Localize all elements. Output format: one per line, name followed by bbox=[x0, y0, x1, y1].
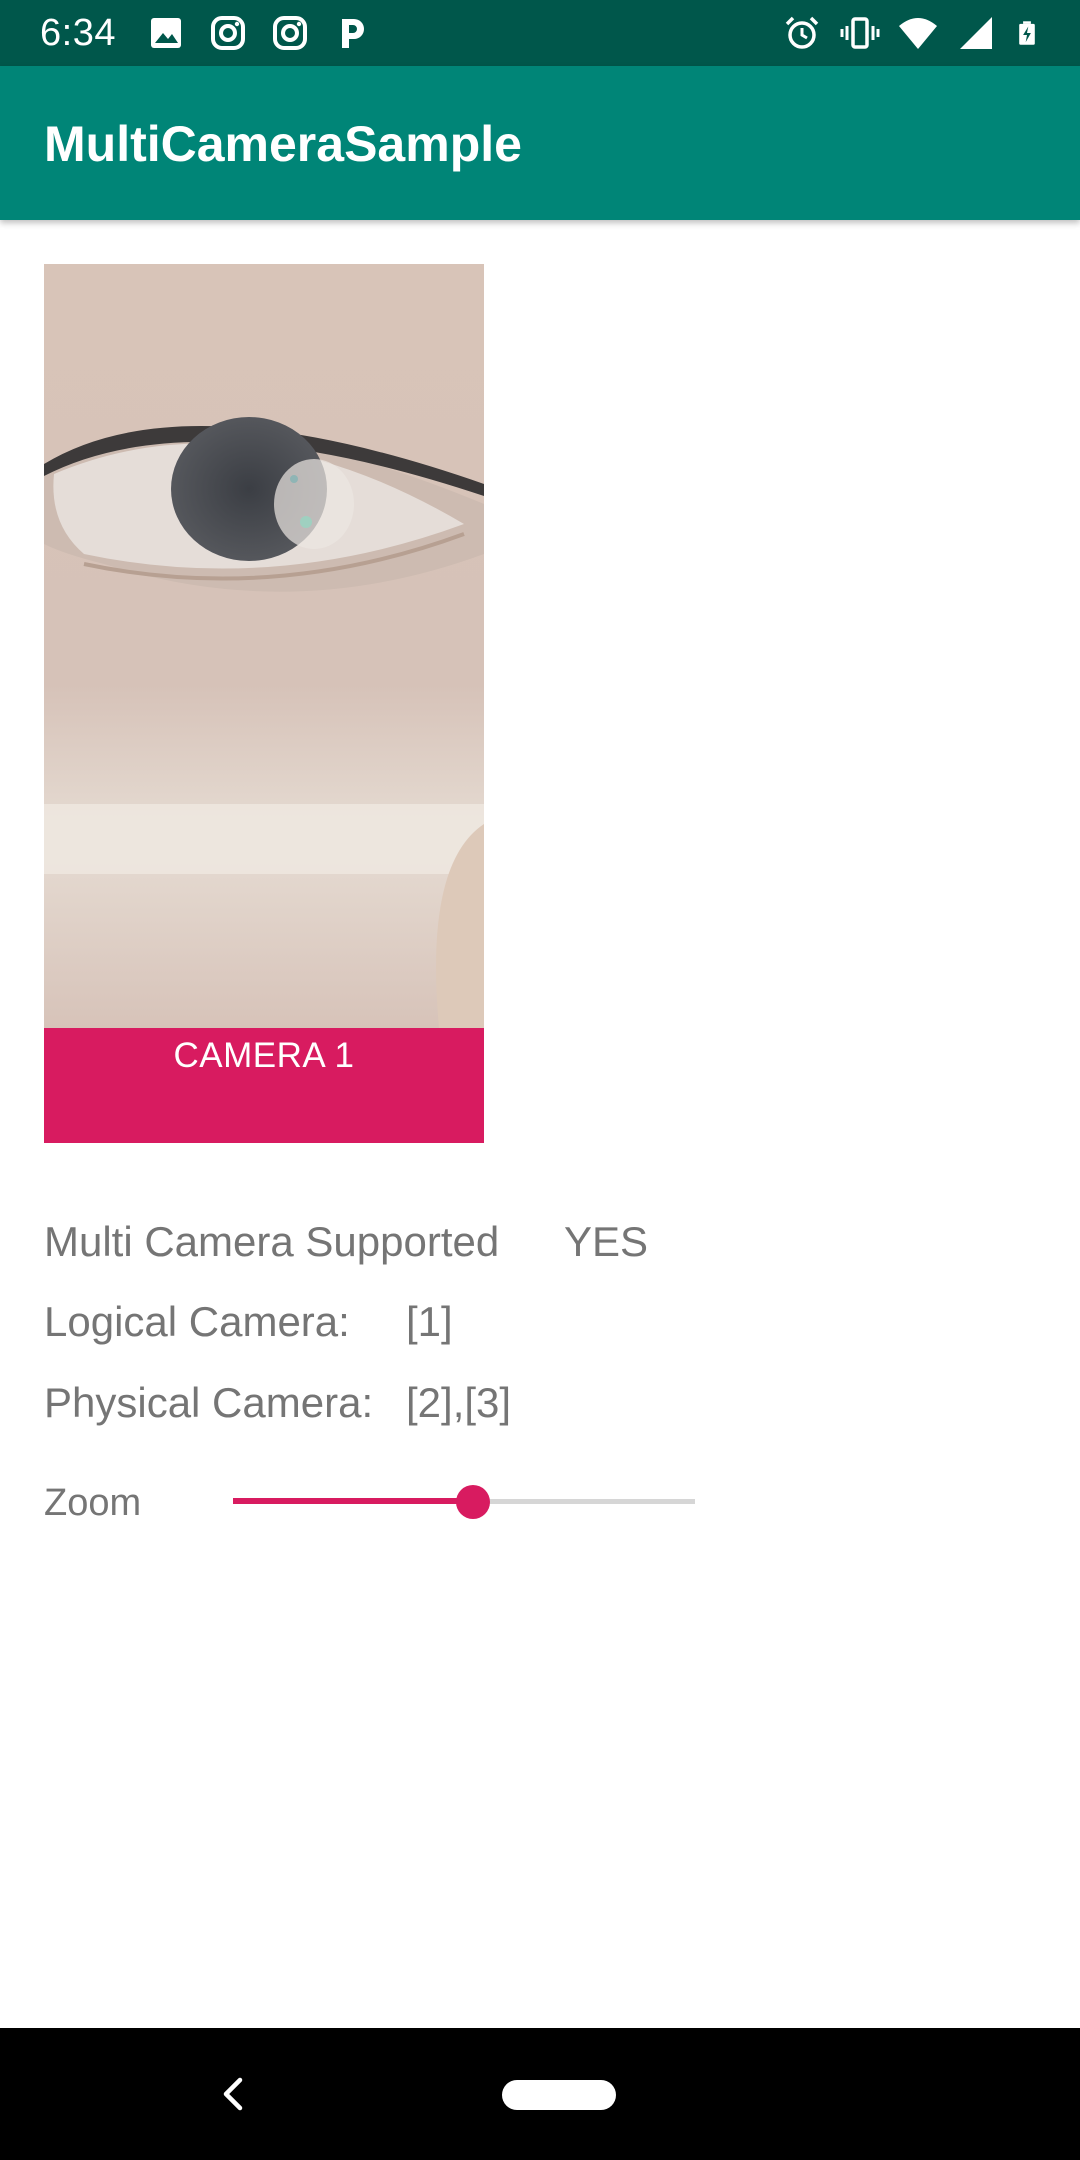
physical-camera-label: Physical Camera: bbox=[44, 1379, 374, 1426]
physical-camera-value: [2],[3] bbox=[406, 1379, 512, 1426]
zoom-slider-fill bbox=[233, 1498, 473, 1504]
vibrate-icon bbox=[840, 17, 880, 49]
instagram-icon bbox=[211, 16, 245, 50]
zoom-slider[interactable] bbox=[233, 1480, 695, 1524]
instagram-icon bbox=[273, 16, 307, 50]
zoom-slider-thumb[interactable] bbox=[456, 1485, 490, 1519]
logical-camera-label: Logical Camera: bbox=[44, 1298, 350, 1345]
wifi-icon bbox=[899, 18, 937, 49]
app-screen: 6:34 MultiCameraSample CAMERA 1 Multi Ca… bbox=[0, 0, 1080, 2160]
pandora-icon bbox=[342, 19, 364, 48]
multi-camera-supported-value: YES bbox=[564, 1218, 649, 1265]
zoom-label: Zoom bbox=[44, 1482, 142, 1524]
home-pill-button[interactable] bbox=[502, 2080, 616, 2110]
alarm-icon bbox=[785, 16, 819, 49]
app-title: MultiCameraSample bbox=[44, 116, 522, 172]
logical-camera-row: Logical Camera: [1] bbox=[44, 1294, 744, 1350]
camera-preview-image bbox=[44, 264, 484, 1028]
camera-preview bbox=[44, 264, 484, 1028]
back-icon[interactable] bbox=[212, 2072, 256, 2116]
system-icons bbox=[782, 13, 1040, 53]
physical-camera-row: Physical Camera: [2],[3] bbox=[44, 1375, 744, 1431]
battery-icon bbox=[1019, 21, 1035, 45]
app-bar: MultiCameraSample bbox=[0, 66, 1080, 220]
status-time: 6:34 bbox=[40, 12, 116, 54]
status-bar: 6:34 bbox=[0, 0, 1080, 66]
multi-camera-supported-row: Multi Camera Supported YES bbox=[44, 1214, 744, 1270]
logical-camera-value: [1] bbox=[406, 1298, 453, 1345]
multi-camera-supported-label: Multi Camera Supported bbox=[44, 1218, 500, 1265]
notification-icons bbox=[146, 13, 372, 53]
cell-signal-icon bbox=[960, 17, 992, 49]
camera-1-button[interactable]: CAMERA 1 bbox=[44, 1028, 484, 1143]
image-icon bbox=[151, 18, 181, 48]
